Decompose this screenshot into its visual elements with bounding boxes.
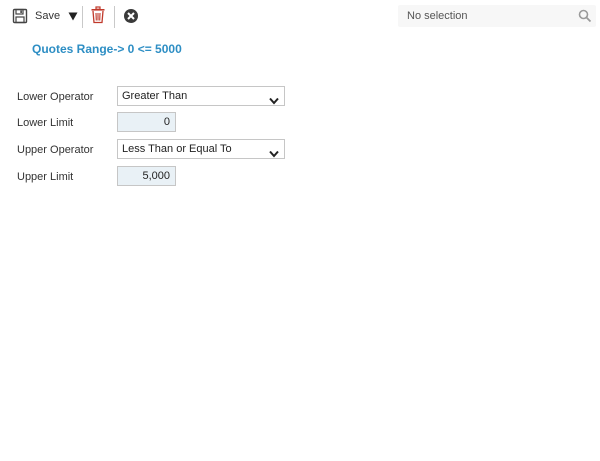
- lower-operator-value: Greater Than: [122, 90, 188, 102]
- floppy-disk-icon: [12, 8, 28, 24]
- close-button[interactable]: [123, 8, 139, 29]
- chevron-down-icon: [269, 92, 279, 110]
- lower-operator-label: Lower Operator: [17, 91, 94, 103]
- magnifier-icon[interactable]: [578, 9, 592, 28]
- save-dropdown-button[interactable]: [66, 9, 80, 25]
- toolbar: Save: [0, 0, 600, 34]
- upper-operator-select[interactable]: Less Than or Equal To: [117, 139, 285, 159]
- chevron-down-icon: [269, 145, 279, 163]
- caret-down-icon: [68, 8, 78, 26]
- upper-operator-value: Less Than or Equal To: [122, 143, 232, 155]
- toolbar-separator: [114, 6, 115, 28]
- search-input[interactable]: [398, 5, 568, 27]
- circle-x-icon: [123, 9, 139, 28]
- toolbar-separator: [82, 6, 83, 28]
- lower-limit-label: Lower Limit: [17, 117, 74, 129]
- page-title: Quotes Range-> 0 <= 5000: [32, 42, 182, 56]
- upper-limit-input[interactable]: [117, 166, 176, 186]
- delete-button[interactable]: [90, 6, 106, 29]
- save-button[interactable]: Save: [12, 6, 60, 26]
- upper-operator-label: Upper Operator: [17, 144, 94, 156]
- search-box: [398, 5, 596, 27]
- upper-limit-label: Upper Limit: [17, 171, 74, 183]
- save-label: Save: [35, 10, 61, 22]
- lower-operator-select[interactable]: Greater Than: [117, 86, 285, 106]
- lower-limit-input[interactable]: [117, 112, 176, 132]
- trash-icon: [90, 6, 106, 28]
- page: Save No selection Quotes Range-> 0 <= 50…: [0, 0, 600, 461]
